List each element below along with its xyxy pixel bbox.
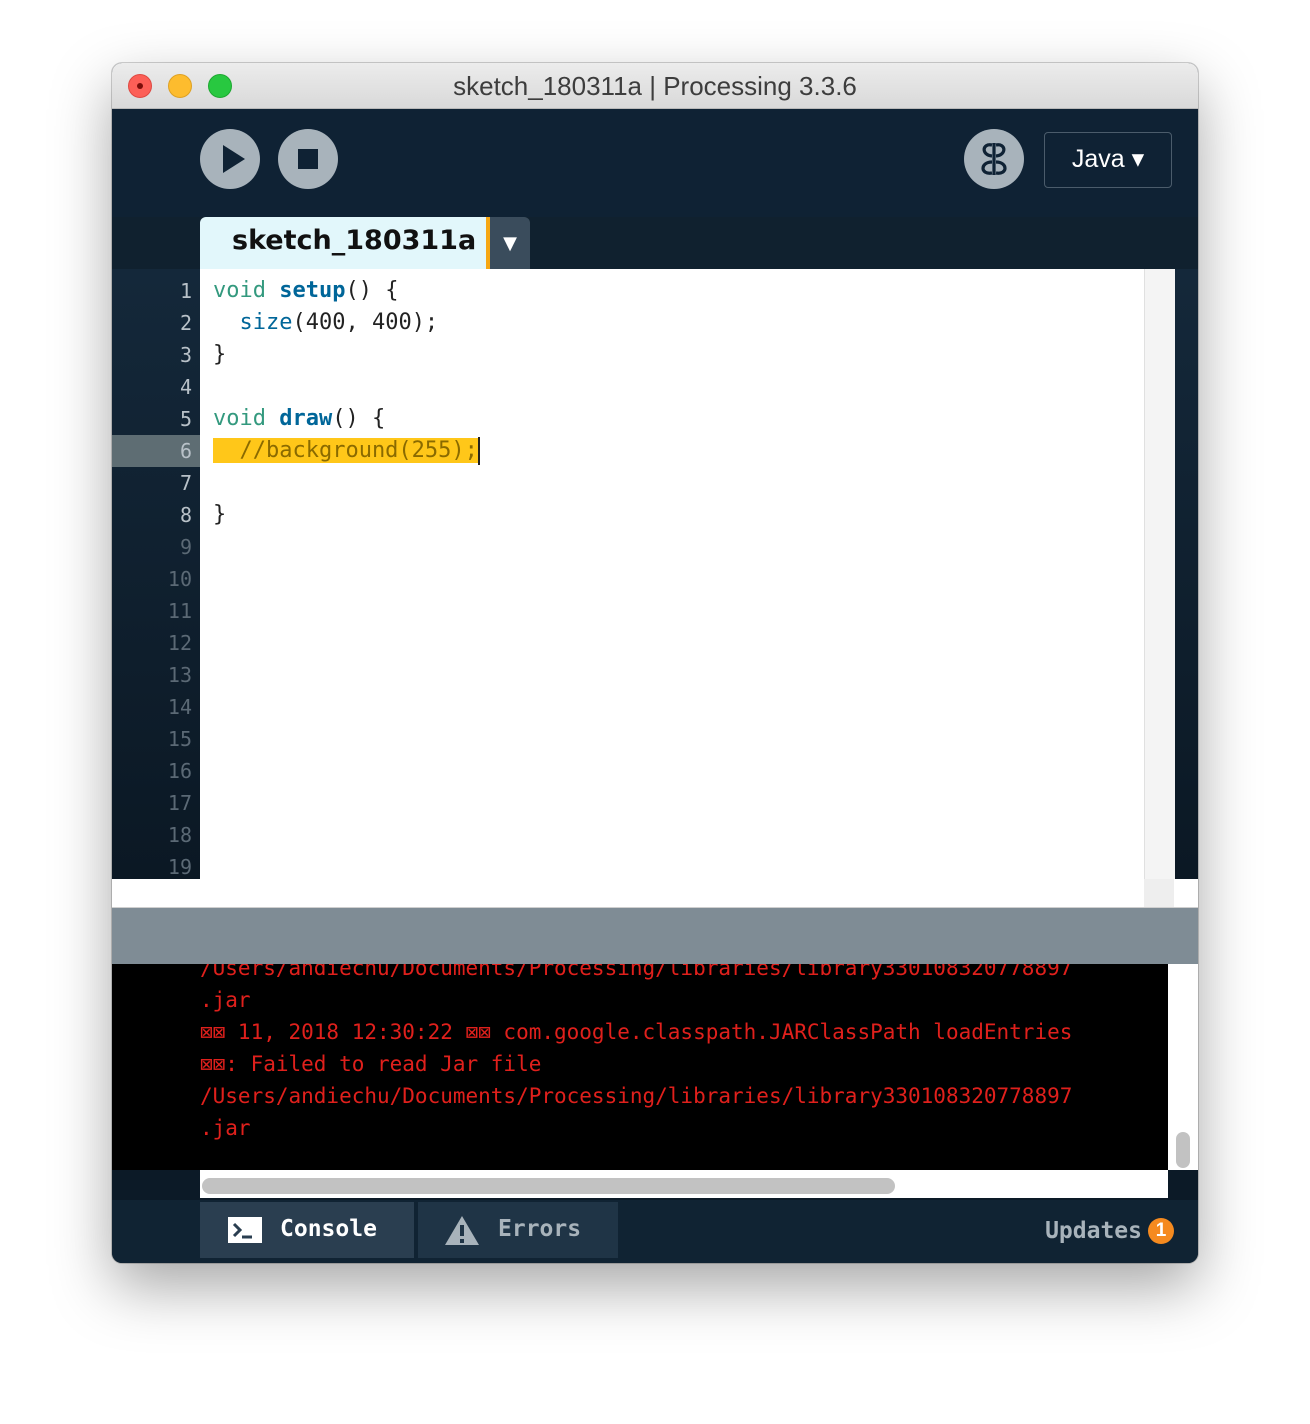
- butterfly-icon: [981, 143, 1007, 175]
- line-number: 4: [179, 375, 192, 399]
- line-number: 9: [179, 535, 192, 559]
- text-cursor: [477, 437, 480, 465]
- tab-menu-button[interactable]: ▼: [490, 217, 530, 269]
- code-line-2: size(400, 400);: [213, 307, 439, 339]
- code-text-area[interactable]: void setup() { size(400, 400); } void dr…: [200, 269, 1144, 879]
- tab-bar: sketch_180311a ▼: [112, 217, 1198, 269]
- code-editor: 1 2 3 4 5 6 7 8 9 10 11 12 13 14 15 16 1…: [112, 269, 1198, 879]
- debug-button[interactable]: [964, 129, 1024, 189]
- keyword: void: [213, 406, 266, 431]
- errors-tab[interactable]: Errors: [418, 1202, 618, 1258]
- function-call: size: [239, 310, 293, 335]
- line-number-current: 6: [112, 435, 200, 467]
- console-horizontal-scroll-thumb[interactable]: [202, 1178, 895, 1194]
- console-text: /Users/andiechu/Documents/Processing/lib…: [200, 964, 1168, 1162]
- message-area[interactable]: [112, 908, 1198, 964]
- console-tab-label: Console: [280, 1216, 377, 1242]
- console-line: .jar: [200, 1116, 251, 1140]
- line-number: 10: [167, 567, 192, 591]
- code-line-3: }: [213, 342, 227, 367]
- highlighted-comment: //background(255);: [213, 438, 478, 463]
- console-vertical-scroll-thumb[interactable]: [1176, 1132, 1190, 1168]
- console-output[interactable]: /Users/andiechu/Documents/Processing/lib…: [112, 964, 1198, 1170]
- editor-horizontal-scrollbar[interactable]: [112, 879, 1198, 908]
- chevron-down-icon: ▼: [503, 233, 517, 254]
- line-number: 8: [179, 503, 192, 527]
- tab-sketch-label: sketch_180311a: [232, 225, 477, 256]
- line-number: 3: [179, 343, 192, 367]
- stop-button[interactable]: [278, 129, 338, 189]
- processing-window: sketch_180311a | Processing 3.3.6 Java ▾: [112, 63, 1198, 1263]
- editor-vertical-scrollbar[interactable]: [1144, 269, 1175, 879]
- warning-icon: [445, 1216, 479, 1245]
- line-number: 7: [179, 471, 192, 495]
- line-number: 11: [167, 599, 192, 623]
- line-number: 14: [167, 695, 192, 719]
- toolbar: Java ▾: [112, 109, 1198, 217]
- line-number-gutter: 1 2 3 4 5 6 7 8 9 10 11 12 13 14 15 16 1…: [112, 269, 200, 879]
- window-title: sketch_180311a | Processing 3.3.6: [453, 71, 857, 101]
- stop-icon: [298, 149, 318, 169]
- console-horizontal-scrollbar[interactable]: [200, 1170, 1168, 1198]
- console-line: /Users/andiechu/Documents/Processing/lib…: [200, 964, 1073, 980]
- line-number: 16: [167, 759, 192, 783]
- line-number: 5: [179, 407, 192, 431]
- function-name: draw: [279, 406, 333, 431]
- play-icon: [223, 145, 245, 173]
- title-bar[interactable]: sketch_180311a | Processing 3.3.6: [112, 63, 1198, 109]
- code-line-1: void setup() {: [213, 275, 398, 307]
- terminal-icon: [228, 1217, 262, 1243]
- console-tab[interactable]: Console: [200, 1202, 414, 1258]
- updates-count-badge[interactable]: 1: [1148, 1218, 1174, 1244]
- line-number: 1: [179, 279, 192, 303]
- line-number: 13: [167, 663, 192, 687]
- function-name: setup: [279, 278, 346, 303]
- keyword: void: [213, 278, 266, 303]
- code-line-5: void draw() {: [213, 403, 385, 435]
- run-button[interactable]: [200, 129, 260, 189]
- line-number: 12: [167, 631, 192, 655]
- line-number: 17: [167, 791, 192, 815]
- mode-selector[interactable]: Java ▾: [1044, 132, 1172, 188]
- tab-sketch[interactable]: sketch_180311a: [200, 217, 490, 269]
- code-text: () {: [345, 278, 399, 303]
- console-line: .jar: [200, 988, 251, 1012]
- console-line: /Users/andiechu/Documents/Processing/lib…: [200, 1084, 1073, 1108]
- code-text: (400, 400);: [292, 310, 439, 335]
- footer-bar: Console Errors Updates 1: [112, 1200, 1198, 1263]
- console-line: ⊠⊠ 11, 2018 12:30:22 ⊠⊠ com.google.class…: [200, 1020, 1073, 1044]
- code-line-6: //background(255);: [213, 435, 480, 467]
- errors-tab-label: Errors: [498, 1216, 582, 1242]
- line-number: 18: [167, 823, 192, 847]
- code-line-8: }: [213, 502, 227, 527]
- updates-link[interactable]: Updates: [1045, 1218, 1142, 1244]
- line-number: 2: [179, 311, 192, 335]
- scrollbar-corner: [1144, 879, 1174, 907]
- code-text: () {: [332, 406, 386, 431]
- line-number: 15: [167, 727, 192, 751]
- console-line: ⊠⊠: Failed to read Jar file: [200, 1052, 542, 1076]
